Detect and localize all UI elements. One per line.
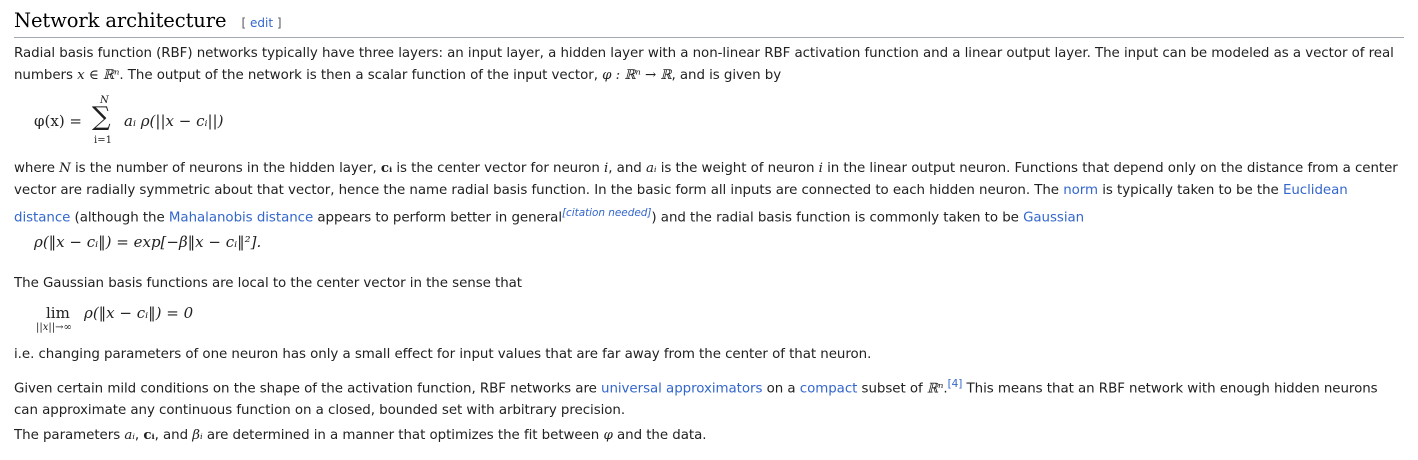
formula-rhs: aᵢ ρ(||x − cᵢ||) — [124, 112, 224, 130]
paragraph-definitions: where N is the number of neurons in the … — [14, 160, 1398, 226]
link-compact[interactable]: compact — [800, 381, 858, 396]
paragraph-parameters: The parameters aᵢ, cᵢ, and βᵢ are determ… — [14, 427, 707, 443]
paragraph-intro: Radial basis function (RBF) networks typ… — [14, 46, 1394, 83]
edit-link[interactable]: edit — [250, 16, 273, 30]
reference-4-link[interactable]: [4] — [948, 378, 963, 390]
formula-limit: lim ||x||→∞ ρ(‖x − cᵢ‖) = 0 — [34, 300, 274, 340]
paragraph-local-effect: i.e. changing parameters of one neuron h… — [14, 347, 872, 362]
math-x-in-rn: x ∈ ℝⁿ — [77, 68, 120, 83]
link-mahalanobis-distance[interactable]: Mahalanobis distance — [169, 210, 313, 225]
section-heading-row: Network architecture [ edit ] — [14, 6, 1404, 38]
lim-operator: lim — [46, 304, 70, 322]
formula-lhs: φ(x) = — [34, 112, 83, 130]
section-title: Network architecture — [14, 9, 227, 32]
edit-section: [ edit ] — [241, 16, 282, 30]
paragraph-universal-approx: Given certain mild conditions on the sha… — [14, 378, 1378, 419]
link-universal-approximators[interactable]: universal approximators — [601, 381, 762, 396]
link-norm[interactable]: norm — [1063, 183, 1098, 198]
lim-subscript: ||x||→∞ — [36, 322, 72, 333]
math-phi-map: φ : ℝⁿ → ℝ — [602, 68, 672, 83]
citation-needed-link[interactable]: [citation needed] — [562, 207, 651, 219]
paragraph-gaussian-local: The Gaussian basis functions are local t… — [14, 276, 523, 291]
sum-symbol: ∑ — [92, 102, 111, 132]
sum-lower-limit: i=1 — [94, 135, 112, 146]
link-gaussian[interactable]: Gaussian — [1023, 210, 1084, 225]
formula-network-output: φ(x) = N ∑ i=1 aᵢ ρ(||x − cᵢ||) — [34, 95, 294, 148]
article-section: Network architecture [ edit ] Radial bas… — [0, 0, 1418, 460]
lim-expression: ρ(‖x − cᵢ‖) = 0 — [84, 304, 194, 322]
formula-gaussian-rbf: ρ(‖x − cᵢ‖) = exp[−β‖x − cᵢ‖²]. — [34, 233, 262, 251]
